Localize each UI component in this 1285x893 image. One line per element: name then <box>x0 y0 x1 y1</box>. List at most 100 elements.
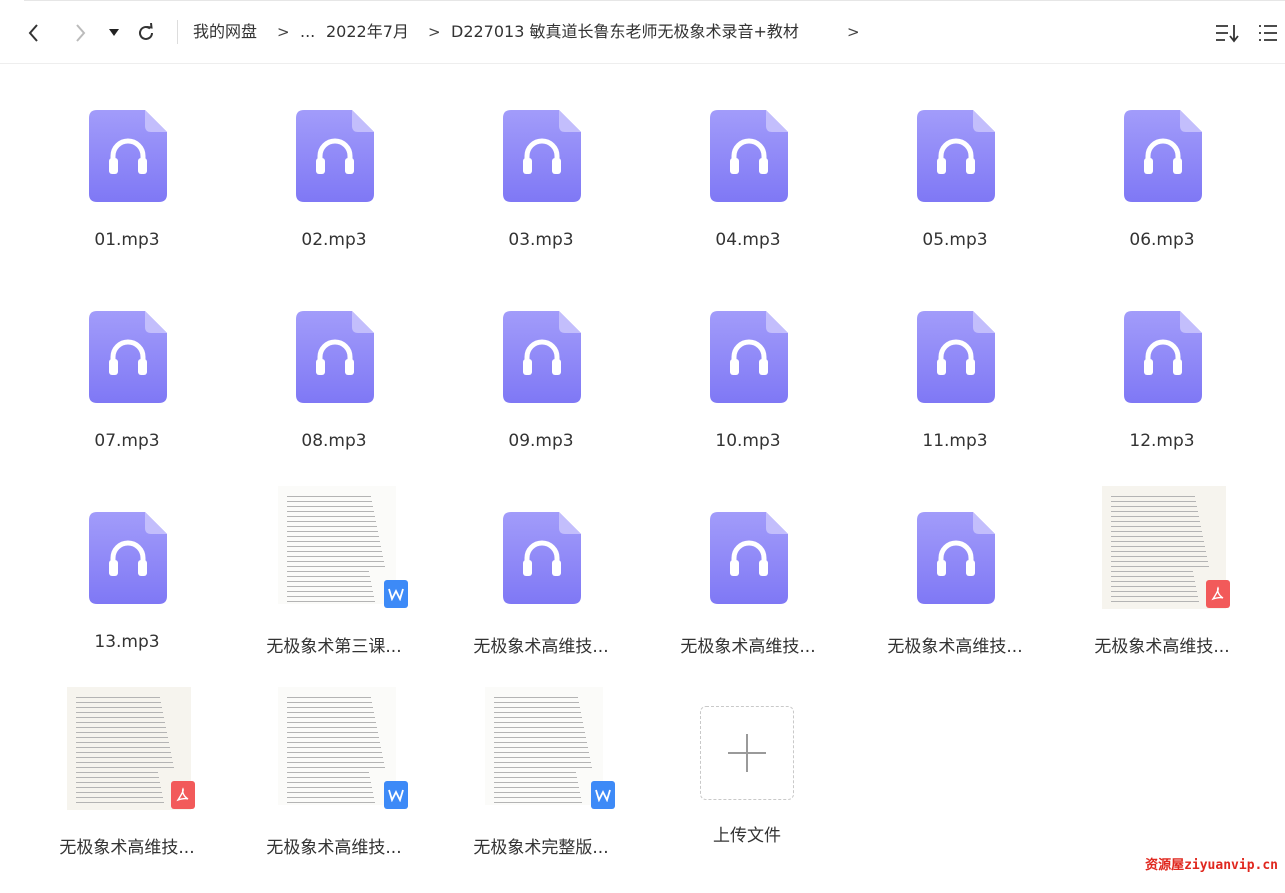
pdf-badge-icon <box>1206 580 1230 608</box>
file-item[interactable]: 03.mp3 <box>441 100 641 290</box>
audio-file-icon <box>710 110 788 202</box>
upload-button[interactable] <box>700 706 794 800</box>
audio-file-icon <box>917 110 995 202</box>
file-thumbnail <box>27 301 227 426</box>
view-list-button[interactable] <box>1255 20 1281 46</box>
file-item[interactable]: 10.mp3 <box>648 301 848 491</box>
file-thumbnail <box>855 301 1055 426</box>
chevron-right-icon <box>76 24 86 42</box>
pdf-badge-icon <box>171 781 195 809</box>
file-name: 04.mp3 <box>715 230 781 250</box>
file-name: 无极象术完整版... <box>473 838 609 858</box>
file-thumbnail <box>27 687 227 828</box>
document-preview <box>278 687 396 805</box>
audio-file-icon <box>710 311 788 403</box>
file-name: 无极象术高维技... <box>1094 637 1230 657</box>
file-item[interactable]: 无极象术高维技... <box>855 502 1055 692</box>
audio-file-icon <box>503 512 581 604</box>
breadcrumb-separator: > <box>428 23 441 41</box>
file-name: 01.mp3 <box>94 230 160 250</box>
file-item[interactable]: 无极象术完整版... <box>441 687 641 893</box>
audio-file-icon <box>917 311 995 403</box>
history-dropdown-button[interactable] <box>103 20 125 46</box>
document-preview <box>278 486 396 604</box>
file-item[interactable]: 06.mp3 <box>1062 100 1262 290</box>
refresh-button[interactable] <box>133 20 159 46</box>
file-item[interactable]: 无极象术高维技... <box>27 687 227 893</box>
breadcrumb-ellipsis[interactable]: ... <box>300 21 315 43</box>
file-item[interactable]: 08.mp3 <box>234 301 434 491</box>
breadcrumb-root[interactable]: 我的网盘 <box>193 21 257 43</box>
forward-button[interactable] <box>67 20 93 46</box>
file-name: 02.mp3 <box>301 230 367 250</box>
file-item[interactable]: 05.mp3 <box>855 100 1055 290</box>
file-item[interactable]: 无极象术第三课... <box>234 486 434 692</box>
file-item[interactable]: 无极象术高维技... <box>1062 486 1262 692</box>
sort-icon <box>1216 25 1239 43</box>
breadcrumb-parent[interactable]: 2022年7月 <box>326 21 409 43</box>
word-badge-icon <box>384 781 408 809</box>
sort-button[interactable] <box>1212 20 1242 46</box>
file-item[interactable]: 01.mp3 <box>27 100 227 290</box>
audio-file-icon <box>1124 110 1202 202</box>
file-thumbnail <box>441 301 641 426</box>
audio-file-icon <box>89 110 167 202</box>
file-item[interactable]: 无极象术高维技... <box>441 502 641 692</box>
word-badge-icon <box>591 781 615 809</box>
breadcrumb-separator: > <box>847 23 860 41</box>
refresh-icon <box>139 23 153 40</box>
file-item[interactable]: 07.mp3 <box>27 301 227 491</box>
file-name: 09.mp3 <box>508 431 574 451</box>
file-name: 08.mp3 <box>301 431 367 451</box>
breadcrumb-current[interactable]: D227013 敏真道长鲁东老师无极象术录音+教材 <box>451 21 799 43</box>
file-item[interactable]: 12.mp3 <box>1062 301 1262 491</box>
file-thumbnail <box>648 100 848 225</box>
file-name: 无极象术高维技... <box>473 637 609 657</box>
audio-file-icon <box>89 512 167 604</box>
file-name: 10.mp3 <box>715 431 781 451</box>
file-name: 无极象术高维技... <box>59 838 195 858</box>
file-thumbnail <box>1062 301 1262 426</box>
word-badge-icon <box>384 580 408 608</box>
toolbar: 我的网盘 > ... 2022年7月 > D227013 敏真道长鲁东老师无极象… <box>0 0 1285 64</box>
file-thumbnail <box>441 100 641 225</box>
file-name: 11.mp3 <box>922 431 988 451</box>
file-thumbnail <box>234 687 434 828</box>
file-name: 03.mp3 <box>508 230 574 250</box>
audio-file-icon <box>296 311 374 403</box>
audio-file-icon <box>296 110 374 202</box>
file-name: 06.mp3 <box>1129 230 1195 250</box>
plus-icon <box>728 734 766 772</box>
audio-file-icon <box>503 110 581 202</box>
file-thumbnail <box>1062 100 1262 225</box>
file-item[interactable]: 11.mp3 <box>855 301 1055 491</box>
file-name: 07.mp3 <box>94 431 160 451</box>
file-item[interactable]: 09.mp3 <box>441 301 641 491</box>
top-divider <box>24 0 1285 1</box>
file-name: 无极象术高维技... <box>680 637 816 657</box>
file-item[interactable]: 无极象术高维技... <box>234 687 434 893</box>
document-preview <box>485 687 603 805</box>
file-thumbnail <box>855 502 1055 627</box>
file-item[interactable]: 04.mp3 <box>648 100 848 290</box>
file-thumbnail <box>234 100 434 225</box>
audio-file-icon <box>1124 311 1202 403</box>
back-button[interactable] <box>21 20 47 46</box>
file-item[interactable]: 02.mp3 <box>234 100 434 290</box>
file-thumbnail <box>648 301 848 426</box>
file-thumbnail <box>441 687 641 828</box>
chevron-left-icon <box>28 24 38 42</box>
file-thumbnail <box>27 100 227 225</box>
watermark-text: 资源屋ziyuanvip.cn <box>1145 858 1278 873</box>
file-name: 05.mp3 <box>922 230 988 250</box>
file-thumbnail <box>648 502 848 627</box>
file-thumbnail <box>234 301 434 426</box>
audio-file-icon <box>89 311 167 403</box>
file-name: 无极象术高维技... <box>887 637 1023 657</box>
file-item[interactable]: 无极象术高维技... <box>648 502 848 692</box>
file-name: 无极象术高维技... <box>266 838 402 858</box>
audio-file-icon <box>917 512 995 604</box>
audio-file-icon <box>710 512 788 604</box>
file-item[interactable]: 13.mp3 <box>27 502 227 692</box>
file-name: 12.mp3 <box>1129 431 1195 451</box>
